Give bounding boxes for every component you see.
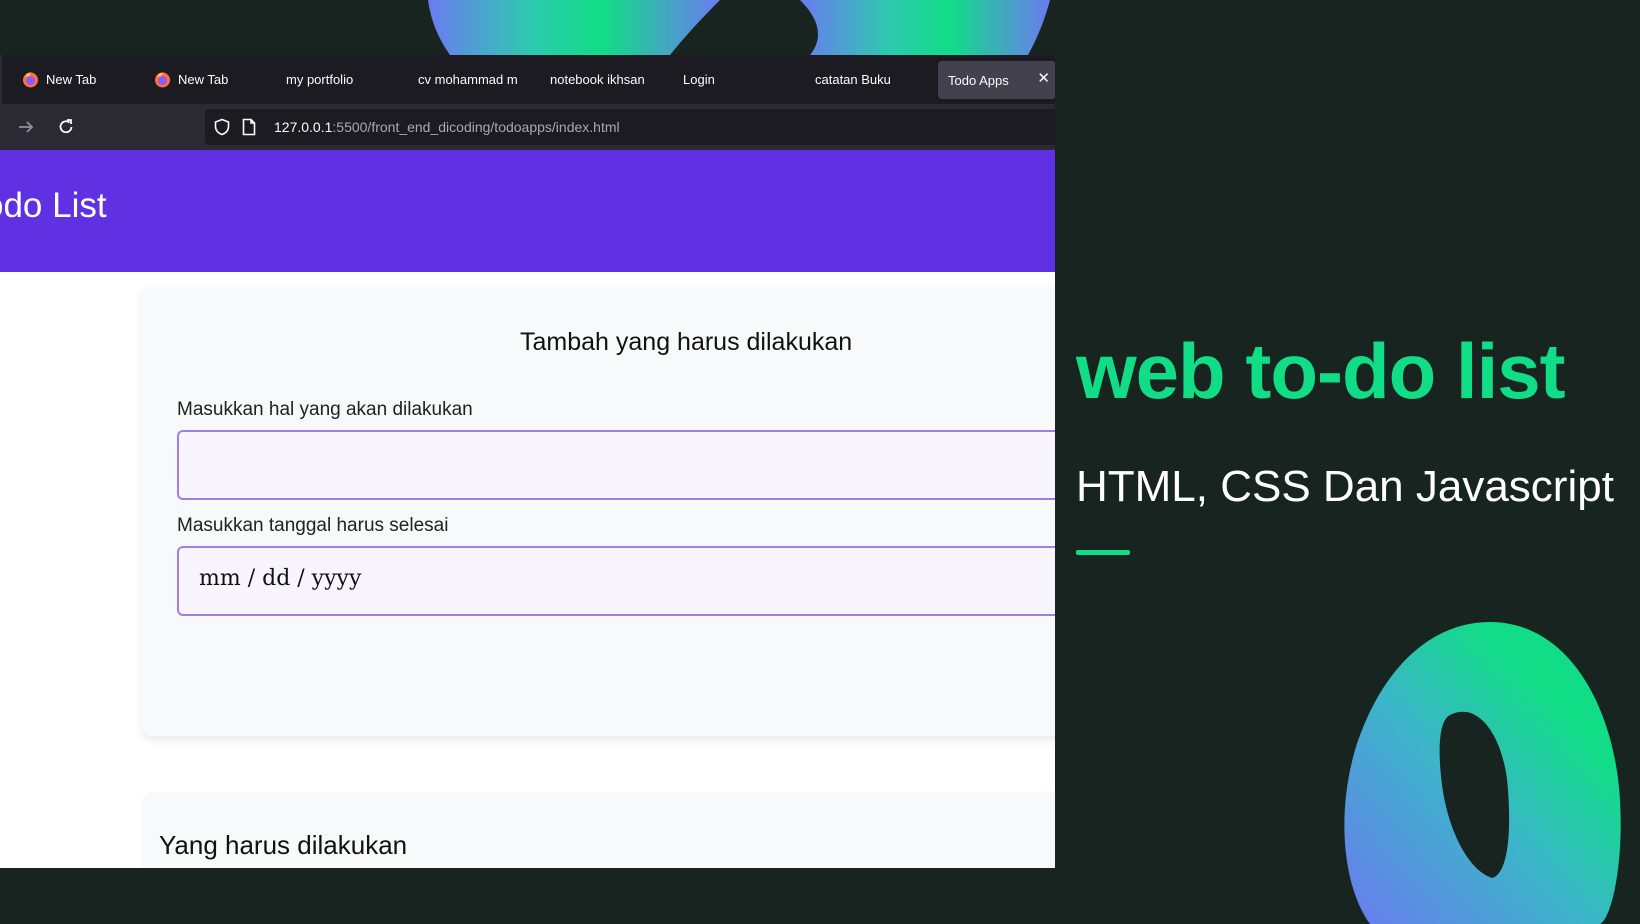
todo-list-section: Yang harus dilakukan [142, 792, 1055, 868]
tab-login[interactable]: Login [683, 55, 793, 104]
tab-label: New Tab [178, 72, 229, 87]
reload-button[interactable] [53, 114, 79, 140]
close-icon[interactable]: ✕ [1037, 70, 1050, 88]
tab-new-tab-2[interactable]: New Tab [154, 55, 264, 104]
url-host: 127.0.0.1 [274, 119, 333, 135]
tab-my-portfolio[interactable]: my portfolio [286, 55, 396, 104]
url-bar[interactable]: 127.0.0.1:5500/front_end_dicoding/todoap… [205, 109, 1055, 145]
page-title: odo List [0, 186, 107, 225]
tab-label: New Tab [46, 72, 97, 87]
form-title: Tambah yang harus dilakukan [520, 328, 853, 356]
hero-subtitle: HTML, CSS Dan Javascript [1076, 462, 1614, 511]
hero-title: web to-do list [1076, 327, 1566, 415]
tab-label: catatan Buku [815, 72, 891, 87]
tab-label: Todo Apps [948, 72, 1009, 88]
tab-label: notebook ikhsan [550, 72, 645, 87]
date-placeholder: mm / dd / yyyy [199, 566, 362, 591]
title-input[interactable] [177, 430, 1055, 500]
tab-bar: New Tab New Tab my portfolio cv mohammad… [0, 55, 1055, 104]
app-header: odo List [0, 150, 1055, 272]
arrow-right-icon [19, 121, 34, 133]
list-title: Yang harus dilakukan [159, 830, 408, 860]
reload-icon [59, 119, 73, 134]
firefox-icon [22, 71, 39, 88]
shield-icon [214, 118, 230, 136]
title-label: Masukkan hal yang akan dilakukan [177, 399, 473, 420]
tab-todo-apps[interactable]: Todo Apps ✕ [938, 61, 1055, 99]
decorative-blob-top [428, 0, 1050, 55]
date-label: Masukkan tanggal harus selesai [177, 515, 449, 536]
forward-button[interactable] [13, 114, 39, 140]
url-path: :5500/front_end_dicoding/todoapps/index.… [332, 119, 620, 135]
date-input[interactable]: mm / dd / yyyy [177, 546, 1055, 616]
tab-label: my portfolio [286, 72, 354, 87]
browser-window: New Tab New Tab my portfolio cv mohammad… [0, 55, 1055, 868]
tab-new-tab-1[interactable]: New Tab [22, 55, 132, 104]
url-text: 127.0.0.1:5500/front_end_dicoding/todoap… [274, 119, 620, 135]
tab-label: cv mohammad m [418, 72, 518, 87]
tab-notebook[interactable]: notebook ikhsan [550, 55, 660, 104]
tab-label: Login [683, 72, 715, 87]
app-content: Tambah yang harus dilakukan Masukkan hal… [0, 272, 1055, 868]
decorative-blob-bottom [1344, 622, 1621, 924]
navigation-bar: 127.0.0.1:5500/front_end_dicoding/todoap… [0, 104, 1055, 150]
page-icon [242, 118, 256, 136]
accent-divider [1076, 550, 1130, 555]
add-todo-form: Tambah yang harus dilakukan Masukkan hal… [142, 288, 1055, 736]
tab-catatan-buku[interactable]: catatan Buku [815, 55, 925, 104]
tab-cv[interactable]: cv mohammad m [418, 55, 526, 104]
firefox-icon [154, 71, 171, 88]
